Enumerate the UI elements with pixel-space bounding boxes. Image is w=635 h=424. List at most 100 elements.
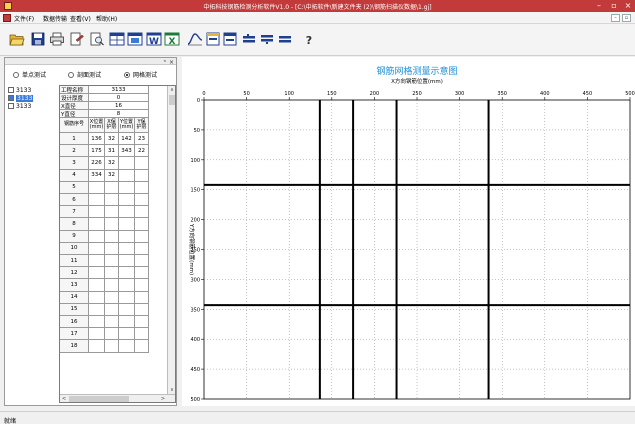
table-cell[interactable] (105, 291, 119, 304)
table-vertical-scrollbar[interactable]: ∧ ∨ (167, 86, 175, 402)
arrange-1-button[interactable] (240, 30, 258, 48)
mode-grid[interactable]: 网格测试 (124, 70, 157, 79)
table-row[interactable]: 14 (60, 291, 149, 304)
table-cell[interactable] (135, 255, 149, 268)
table-cell[interactable] (135, 340, 149, 353)
table-cell[interactable] (135, 230, 149, 243)
table-cell[interactable] (89, 291, 105, 304)
table-cell[interactable] (105, 206, 119, 219)
table-cell[interactable] (119, 230, 135, 243)
table-row[interactable]: 7 (60, 206, 149, 219)
table-row[interactable]: 1 136 32 142 23 (60, 133, 149, 146)
table-row[interactable]: 13 (60, 279, 149, 292)
table-cell[interactable] (89, 194, 105, 207)
table-cell[interactable] (119, 218, 135, 231)
table-cell[interactable] (105, 218, 119, 231)
table-cell[interactable] (135, 267, 149, 280)
table-cell[interactable] (105, 279, 119, 292)
scroll-right-arrow[interactable]: > (159, 395, 167, 402)
table-cell[interactable] (105, 340, 119, 353)
document-icon[interactable] (3, 14, 11, 22)
param-value[interactable]: 3133 (89, 86, 149, 94)
table-cell[interactable] (135, 291, 149, 304)
table-cell[interactable] (119, 279, 135, 292)
panel-close-button[interactable]: × (169, 59, 174, 66)
menu-file[interactable]: 文件(F) (14, 14, 34, 23)
word-export-button[interactable]: W (145, 30, 163, 48)
param-value[interactable]: 8 (89, 110, 149, 118)
table-row[interactable]: 9 (60, 230, 149, 243)
print-setup-button[interactable] (68, 30, 86, 48)
table-horizontal-scrollbar[interactable]: < > (60, 394, 175, 402)
table-cell[interactable] (105, 194, 119, 207)
table-cell[interactable]: 32 (105, 157, 119, 170)
table-cell[interactable]: 142 (119, 133, 135, 146)
table-cell[interactable]: 226 (89, 157, 105, 170)
table-row[interactable]: 8 (60, 218, 149, 231)
table-row[interactable]: 5 (60, 181, 149, 194)
arrange-3-button[interactable] (276, 30, 294, 48)
minimize-button[interactable]: – (592, 0, 606, 12)
table-cell[interactable] (119, 206, 135, 219)
panel-pin-button[interactable]: ⁿ (164, 59, 166, 66)
table-cell[interactable] (135, 242, 149, 255)
table-cell[interactable] (89, 206, 105, 219)
table-cell[interactable] (89, 340, 105, 353)
table-cell[interactable] (119, 303, 135, 316)
table-cell[interactable] (89, 279, 105, 292)
excel-export-button[interactable]: X (163, 30, 181, 48)
table-cell[interactable]: 343 (119, 145, 135, 158)
table-cell[interactable] (89, 230, 105, 243)
analysis-button[interactable] (186, 30, 204, 48)
radio-grid[interactable] (124, 71, 130, 78)
table-cell[interactable] (135, 316, 149, 329)
table-cell[interactable]: 23 (135, 133, 149, 146)
table-cell[interactable] (135, 194, 149, 207)
file-item[interactable]: 3133 (8, 94, 56, 102)
table-row[interactable]: 18 (60, 340, 149, 353)
table-cell[interactable]: 175 (89, 145, 105, 158)
scroll-left-arrow[interactable]: < (60, 395, 68, 402)
table-cell[interactable] (135, 206, 149, 219)
table-row[interactable]: 11 (60, 255, 149, 268)
table-cell[interactable] (105, 255, 119, 268)
table-cell[interactable] (89, 267, 105, 280)
table-cell[interactable] (119, 267, 135, 280)
table-cell[interactable] (89, 303, 105, 316)
table-row[interactable]: 10 (60, 242, 149, 255)
table-cell[interactable] (135, 279, 149, 292)
file-item[interactable]: 3133 (8, 102, 56, 110)
table-cell[interactable] (105, 303, 119, 316)
table-cell[interactable] (135, 218, 149, 231)
file-item[interactable]: 3133 (8, 86, 56, 94)
file-checkbox[interactable] (8, 87, 14, 93)
help-button[interactable]: ? (300, 30, 318, 48)
menu-help[interactable]: 帮助(H) (96, 14, 117, 23)
table-cell[interactable] (105, 328, 119, 341)
close-button[interactable]: × (621, 0, 635, 12)
mdi-minimize-button[interactable]: – (611, 14, 620, 22)
table-row[interactable]: 4 334 32 (60, 169, 149, 182)
radio-profile[interactable] (68, 71, 74, 78)
table-cell[interactable] (119, 291, 135, 304)
table-cell[interactable] (105, 181, 119, 194)
table-cell[interactable] (135, 181, 149, 194)
print-button[interactable] (48, 30, 66, 48)
table-cell[interactable] (89, 242, 105, 255)
grid-view-button[interactable] (126, 30, 144, 48)
table-cell[interactable] (89, 218, 105, 231)
table-cell[interactable] (105, 267, 119, 280)
table-cell[interactable] (135, 169, 149, 182)
table-cell[interactable]: 31 (105, 145, 119, 158)
table-cell[interactable] (105, 242, 119, 255)
table-cell[interactable] (105, 316, 119, 329)
menu-data-transfer[interactable]: 数据传输 (43, 14, 67, 23)
mode-profile[interactable]: 剖面测试 (68, 70, 101, 79)
table-cell[interactable] (119, 242, 135, 255)
radio-single-point[interactable] (13, 71, 19, 78)
file-checkbox[interactable] (8, 95, 14, 101)
table-row[interactable]: 3 226 32 (60, 157, 149, 170)
param-value[interactable]: 0 (89, 94, 149, 102)
table-cell[interactable] (89, 316, 105, 329)
scroll-down-arrow[interactable]: ∨ (168, 386, 175, 394)
